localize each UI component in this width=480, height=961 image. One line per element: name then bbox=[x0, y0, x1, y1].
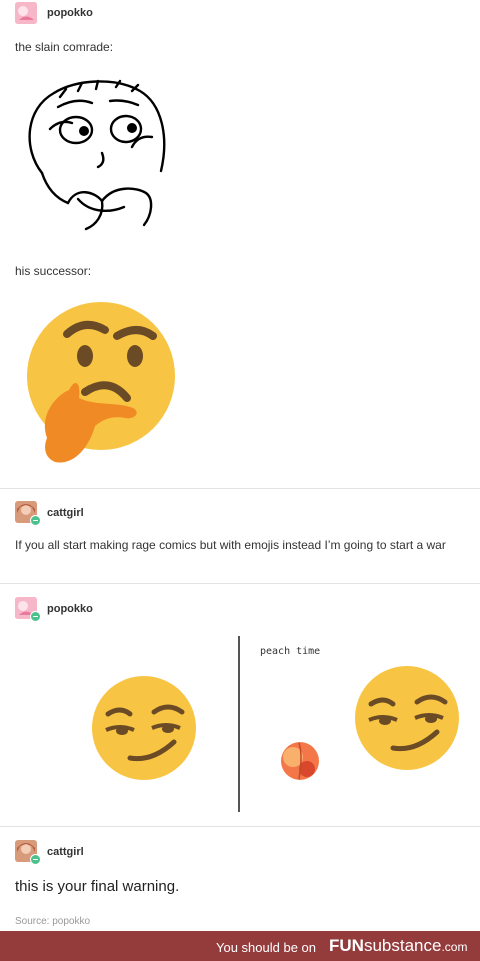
smirking-face-emoji bbox=[355, 666, 459, 770]
banner-text: You should be on bbox=[216, 940, 317, 955]
brand-rest: substance bbox=[363, 936, 442, 955]
post-text-slain-comrade: the slain comrade: bbox=[15, 40, 114, 54]
avatar-image bbox=[15, 2, 37, 24]
meme-split-divider bbox=[238, 636, 240, 812]
username-cattgirl-1[interactable]: cattgirl bbox=[47, 507, 84, 519]
post-text-successor: his successor: bbox=[15, 264, 92, 278]
username-popokko-1[interactable]: popokko bbox=[47, 7, 93, 19]
banner-brand: FUNsubstance.com bbox=[329, 936, 467, 956]
brand-tld: .com bbox=[441, 940, 468, 954]
funsubstance-banner[interactable]: You should be on FUNsubstance.com bbox=[0, 931, 480, 961]
smirking-face-emoji bbox=[92, 676, 196, 780]
reblog-badge-icon bbox=[30, 854, 41, 865]
reblog-badge-icon bbox=[30, 611, 41, 622]
avatar-popokko[interactable] bbox=[15, 2, 37, 24]
post-text-final-warning: this is your final warning. bbox=[15, 878, 180, 895]
post-divider bbox=[0, 583, 480, 584]
thinking-face-emoji bbox=[27, 302, 175, 463]
peach-icon bbox=[281, 742, 319, 780]
reblog-badge-icon bbox=[30, 515, 41, 526]
brand-bold: FUN bbox=[329, 936, 364, 955]
meme-caption-peach-time: peach time bbox=[260, 646, 321, 657]
post-text-rage-comics: If you all start making rage comics but … bbox=[15, 538, 446, 552]
post-divider bbox=[0, 488, 480, 489]
post-divider bbox=[0, 826, 480, 827]
source-link[interactable]: Source: popokko bbox=[15, 916, 90, 927]
rage-thinking-face-drawing bbox=[28, 79, 166, 231]
username-popokko-2[interactable]: popokko bbox=[47, 603, 93, 615]
username-cattgirl-2[interactable]: cattgirl bbox=[47, 846, 84, 858]
